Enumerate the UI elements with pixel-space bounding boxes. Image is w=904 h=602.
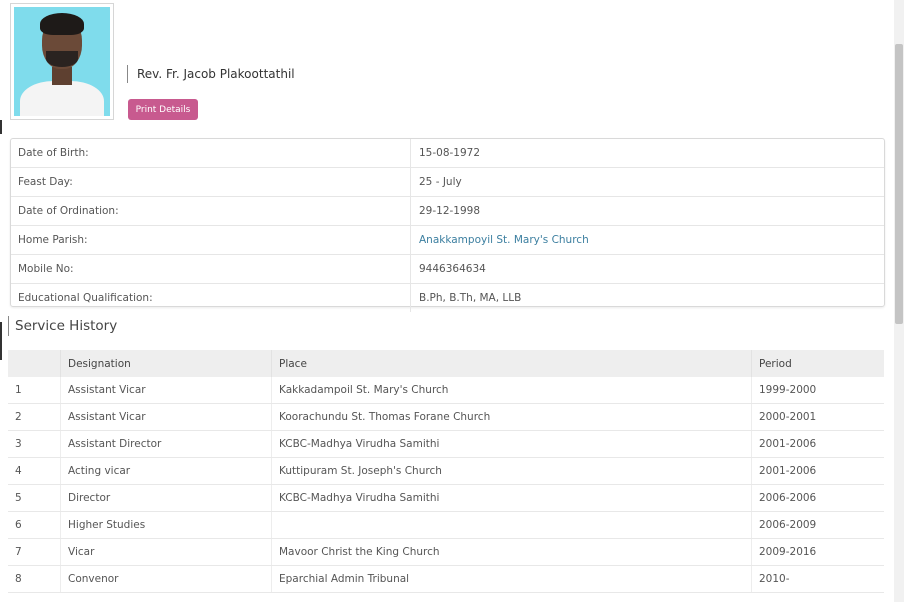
row-number: 7: [8, 538, 61, 566]
detail-label: Home Parish:: [11, 226, 411, 254]
row-designation: Higher Studies: [60, 511, 272, 539]
row-number: 2: [8, 403, 61, 431]
row-period: 2000-2001: [751, 403, 884, 431]
row-place: KCBC-Madhya Virudha Samithi: [271, 430, 752, 458]
detail-row-mobile: Mobile No: 9446364634: [11, 255, 884, 284]
table-row: 1 Assistant Vicar Kakkadampoil St. Mary'…: [8, 377, 884, 404]
row-place: Mavoor Christ the King Church: [271, 538, 752, 566]
table-row: 8 Convenor Eparchial Admin Tribunal 2010…: [8, 565, 884, 593]
table-row: 6 Higher Studies 2006-2009: [8, 511, 884, 539]
detail-value: 25 - July: [419, 176, 462, 188]
page-edge-divider: [0, 322, 2, 360]
row-period: 2006-2006: [751, 484, 884, 512]
table-row: 3 Assistant Director KCBC-Madhya Virudha…: [8, 430, 884, 458]
priest-name: Rev. Fr. Jacob Plakoottathil: [127, 65, 295, 83]
row-place: Kakkadampoil St. Mary's Church: [271, 377, 752, 404]
home-parish-link[interactable]: Anakkampoyil St. Mary's Church: [411, 226, 589, 254]
detail-label: Educational Qualification:: [11, 284, 411, 312]
row-number: 5: [8, 484, 61, 512]
row-number: 3: [8, 430, 61, 458]
row-place: Kuttipuram St. Joseph's Church: [271, 457, 752, 485]
service-history-title: Service History: [8, 316, 117, 336]
table-row: 5 Director KCBC-Madhya Virudha Samithi 2…: [8, 484, 884, 512]
row-place: Eparchial Admin Tribunal: [271, 565, 752, 593]
detail-row-ordination: Date of Ordination: 29-12-1998: [11, 197, 884, 226]
profile-photo: [10, 3, 114, 120]
print-details-button[interactable]: Print Details: [128, 99, 198, 120]
row-period: 2006-2009: [751, 511, 884, 539]
scrollbar-thumb[interactable]: [895, 44, 903, 324]
row-designation: Acting vicar: [60, 457, 272, 485]
detail-label: Date of Birth:: [11, 139, 411, 167]
detail-value: 9446364634: [419, 263, 486, 275]
page-edge-divider: [0, 120, 2, 134]
row-period: 2010-: [751, 565, 884, 593]
row-designation: Assistant Vicar: [60, 403, 272, 431]
table-row: 7 Vicar Mavoor Christ the King Church 20…: [8, 538, 884, 566]
detail-row-education: Educational Qualification: B.Ph, B.Th, M…: [11, 284, 884, 312]
portrait-image: [14, 7, 110, 116]
column-header-designation: Designation: [60, 350, 272, 377]
detail-value: B.Ph, B.Th, MA, LLB: [419, 292, 522, 304]
row-designation: Vicar: [60, 538, 272, 566]
row-designation: Convenor: [60, 565, 272, 593]
row-number: 8: [8, 565, 61, 593]
row-period: 2001-2006: [751, 457, 884, 485]
row-number: 6: [8, 511, 61, 539]
row-place: Koorachundu St. Thomas Forane Church: [271, 403, 752, 431]
detail-row-feast-day: Feast Day: 25 - July: [11, 168, 884, 197]
column-header-place: Place: [271, 350, 752, 377]
detail-label: Date of Ordination:: [11, 197, 411, 225]
row-number: 1: [8, 377, 61, 404]
detail-row-dob: Date of Birth: 15-08-1972: [11, 139, 884, 168]
row-number: 4: [8, 457, 61, 485]
service-history-table: Designation Place Period 1 Assistant Vic…: [8, 350, 884, 593]
column-header-number: [8, 350, 61, 377]
table-row: 4 Acting vicar Kuttipuram St. Joseph's C…: [8, 457, 884, 485]
row-period: 2001-2006: [751, 430, 884, 458]
scrollbar[interactable]: [894, 0, 904, 602]
detail-value: 29-12-1998: [419, 205, 481, 217]
detail-label: Feast Day:: [11, 168, 411, 196]
row-period: 2009-2016: [751, 538, 884, 566]
row-designation: Director: [60, 484, 272, 512]
detail-row-home-parish: Home Parish: Anakkampoyil St. Mary's Chu…: [11, 226, 884, 255]
row-designation: Assistant Vicar: [60, 377, 272, 404]
detail-label: Mobile No:: [11, 255, 411, 283]
details-table: Date of Birth: 15-08-1972 Feast Day: 25 …: [10, 138, 885, 312]
table-row: 2 Assistant Vicar Koorachundu St. Thomas…: [8, 403, 884, 431]
row-period: 1999-2000: [751, 377, 884, 404]
column-header-period: Period: [751, 350, 884, 377]
row-designation: Assistant Director: [60, 430, 272, 458]
row-place: KCBC-Madhya Virudha Samithi: [271, 484, 752, 512]
table-header-row: Designation Place Period: [8, 350, 884, 377]
detail-value: 15-08-1972: [419, 147, 481, 159]
row-place: [271, 511, 752, 539]
